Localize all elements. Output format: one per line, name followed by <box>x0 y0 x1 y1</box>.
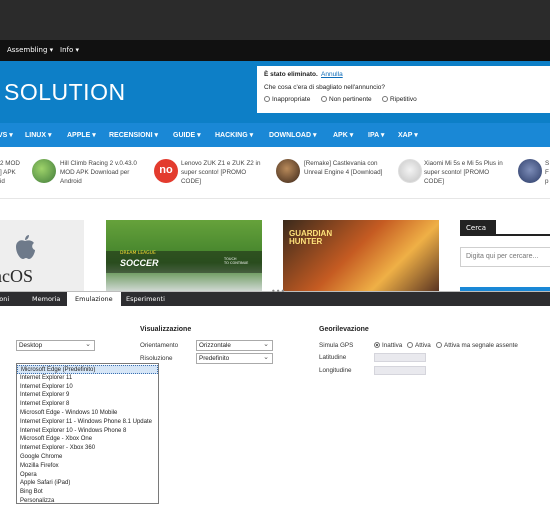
gps-option-attiva[interactable]: Attiva <box>407 342 431 349</box>
featured-card-guardian-hunter[interactable]: GUARDIAN HUNTER <box>283 220 439 291</box>
category-menu: VS ▾ LINUX ▾ APPLE ▾ RECENSIONI ▾ GUIDE … <box>0 123 550 147</box>
menu-item-download[interactable]: DOWNLOAD ▾ <box>269 131 316 139</box>
nav-assembling[interactable]: Assembling ▾ <box>7 46 53 54</box>
chevron-down-icon: ⌄ <box>263 354 269 361</box>
tab-esperimenti[interactable]: Esperimenti <box>126 295 165 303</box>
ticker-item[interactable]: Hill Climb Racing 2 v.0.43.0 MOD APK Dow… <box>60 159 137 186</box>
radio-icon <box>436 342 442 348</box>
notice-option-non-pertinente[interactable]: Non pertinente <box>321 96 372 103</box>
menu-item-apple[interactable]: APPLE ▾ <box>67 131 96 139</box>
tab-emulazione[interactable]: Emulazione <box>67 292 121 306</box>
longitudine-label: Longitudine <box>319 367 352 374</box>
apple-logo-icon <box>16 235 35 259</box>
risoluzione-select[interactable]: Predefinito ⌄ <box>196 353 273 364</box>
simula-gps-label: Simula GPS <box>319 342 354 349</box>
tab-prestazioni[interactable]: zioni <box>0 295 9 303</box>
ticker-item[interactable]: Xiaomi Mi 5s e Mi 5s Plus in super scont… <box>424 159 503 186</box>
user-agent-option[interactable]: Microsoft Edge - Xbox One <box>17 435 158 444</box>
chevron-down-icon: ⌄ <box>85 341 91 348</box>
ticker-thumbnail <box>398 159 422 183</box>
news-ticker: 2 MOD ] APK id Hill Climb Racing 2 v.0.4… <box>0 147 550 199</box>
latitudine-input[interactable] <box>374 353 426 362</box>
soccer-brand: DREAM LEAGUE <box>120 251 156 256</box>
tab-memoria[interactable]: Memoria <box>32 295 60 303</box>
radio-icon <box>264 96 270 102</box>
ticker-item[interactable]: Lenovo ZUK Z1 e ZUK Z2 in super sconto! … <box>181 159 260 186</box>
orientamento-select[interactable]: Orizzontale ⌄ <box>196 340 273 351</box>
featured-card-soccer[interactable]: DREAM LEAGUE SOCCER TOUCH TO CONTINUE <box>106 220 262 291</box>
browser-toolbar <box>0 0 550 40</box>
user-agent-option[interactable]: Internet Explorer 9 <box>17 391 158 400</box>
user-agent-option[interactable]: Apple Safari (iPad) <box>17 479 158 488</box>
menu-item-apk[interactable]: APK ▾ <box>333 131 353 139</box>
notice-option-ripetitivo[interactable]: Ripetitivo <box>382 96 417 103</box>
ticker-thumbnail-no: no <box>154 159 178 183</box>
user-agent-option[interactable]: Internet Explorer 11 <box>17 374 158 383</box>
hunter-title: GUARDIAN HUNTER <box>289 229 333 246</box>
user-agent-option[interactable]: Internet Explorer 10 - Windows Phone 8 <box>17 427 158 436</box>
macos-text: acOS <box>0 266 33 286</box>
gps-option-inattiva[interactable]: Inattiva <box>374 342 402 349</box>
menu-item-hacking[interactable]: HACKING ▾ <box>215 131 253 139</box>
search-widget: Cerca Digita qui per cercare... <box>460 220 550 291</box>
devtools-tabbar: zioni Memoria Emulazione Esperimenti <box>0 292 550 306</box>
radio-icon <box>382 96 388 102</box>
menu-item[interactable]: VS ▾ <box>0 131 13 139</box>
section-georilevazione: Georilevazione <box>319 326 369 333</box>
user-agent-option[interactable]: Internet Explorer 8 <box>17 400 158 409</box>
notice-undo-link[interactable]: Annulla <box>321 71 343 78</box>
mode-select[interactable]: Desktop ⌄ <box>16 340 95 351</box>
notice-option-inappropriate[interactable]: Inappropriate <box>264 96 310 103</box>
user-agent-option[interactable]: Microsoft Edge (Predefinito) <box>17 365 158 374</box>
user-agent-option[interactable]: Bing Bot <box>17 488 158 497</box>
soccer-cta: TOUCH TO CONTINUE <box>224 257 249 265</box>
notice-title: È stato eliminato. <box>264 71 318 78</box>
menu-item-recensioni[interactable]: RECENSIONI ▾ <box>109 131 158 139</box>
site-top-nav: Assembling ▾ Info ▾ <box>0 40 550 61</box>
ticker-item[interactable]: S F p <box>545 159 549 186</box>
menu-item-xap[interactable]: XAP ▾ <box>398 131 418 139</box>
menu-item-ipa[interactable]: IPA ▾ <box>368 131 384 139</box>
radio-icon <box>407 342 413 348</box>
risoluzione-label: Risoluzione <box>140 355 173 362</box>
latitudine-label: Latitudine <box>319 354 347 361</box>
user-agent-option[interactable]: Personalizza <box>17 497 158 506</box>
soccer-title: SOCCER <box>120 258 159 268</box>
user-agent-option[interactable]: Internet Explorer 11 - Windows Phone 8.1… <box>17 418 158 427</box>
ticker-item[interactable]: [Remake] Castlevania con Unreal Engine 4… <box>304 159 382 177</box>
notice-question: Che cosa c'era di sbagliato nell'annunci… <box>264 84 386 91</box>
site-logo[interactable]: SOLUTION <box>4 79 126 106</box>
section-visualizzazione: Visualizzazione <box>140 326 192 333</box>
ad-removed-notice: È stato eliminato. Annulla Che cosa c'er… <box>257 66 550 113</box>
ticker-item[interactable]: 2 MOD ] APK id <box>0 159 20 186</box>
featured-card-macos[interactable]: acOS <box>0 220 84 291</box>
ticker-thumbnail <box>518 159 542 183</box>
menu-item-linux[interactable]: LINUX ▾ <box>25 131 51 139</box>
search-header: Cerca <box>460 220 550 236</box>
user-agent-option[interactable]: Internet Explorer - Xbox 360 <box>17 444 158 453</box>
user-agent-option[interactable]: Opera <box>17 471 158 480</box>
user-agent-option[interactable]: Microsoft Edge - Windows 10 Mobile <box>17 409 158 418</box>
ticker-thumbnail <box>32 159 56 183</box>
menu-item-guide[interactable]: GUIDE ▾ <box>173 131 201 139</box>
user-agent-option[interactable]: Google Chrome <box>17 453 158 462</box>
user-agent-option[interactable]: Mozilla Firefox <box>17 462 158 471</box>
nav-info[interactable]: Info ▾ <box>60 46 79 54</box>
chevron-down-icon: ⌄ <box>263 341 269 348</box>
orientamento-label: Orientamento <box>140 342 179 349</box>
search-input[interactable]: Digita qui per cercare... <box>460 247 550 267</box>
user-agent-dropdown-list[interactable]: Microsoft Edge (Predefinito) Internet Ex… <box>16 363 159 504</box>
gps-option-segnale-assente[interactable]: Attiva ma segnale assente <box>436 342 518 349</box>
ticker-thumbnail <box>276 159 300 183</box>
user-agent-option[interactable]: Internet Explorer 10 <box>17 383 158 392</box>
longitudine-input[interactable] <box>374 366 426 375</box>
radio-icon <box>321 96 327 102</box>
radio-checked-icon <box>374 342 380 348</box>
search-title: Cerca <box>460 220 496 236</box>
